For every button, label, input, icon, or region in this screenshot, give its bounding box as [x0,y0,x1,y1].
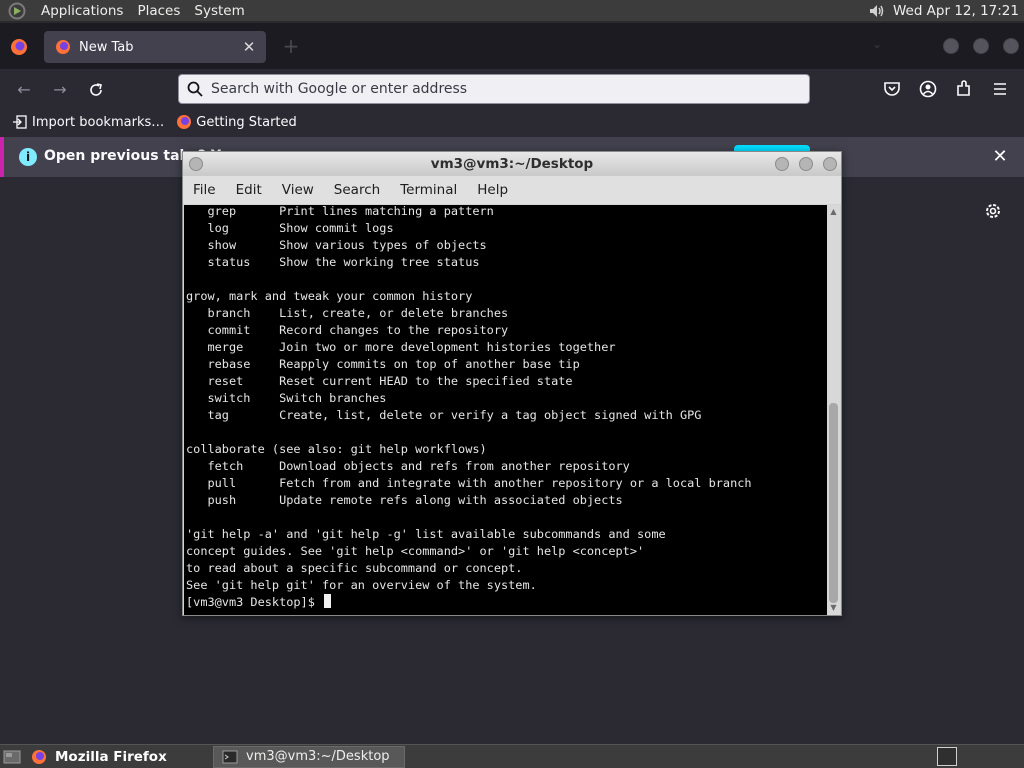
tab-close-icon[interactable]: ✕ [240,38,258,56]
forward-arrow-icon[interactable]: → [49,79,71,101]
terminal-line: grow, mark and tweak your common history [186,289,473,303]
terminal-line: tag Create, list, delete or verify a tag… [186,408,702,422]
bookmark-label: Getting Started [196,114,297,130]
terminal-prompt-line[interactable]: [vm3@vm3 Desktop]$ [186,594,332,611]
firefox-icon [32,749,46,764]
terminal-line: grep Print lines matching a pattern [186,205,494,218]
terminal-line: to read about a specific subcommand or c… [186,561,523,575]
terminal-line: reset Reset current HEAD to the specifie… [186,374,573,388]
terminal-line: commit Record changes to the repository [186,323,509,337]
bookmark-getting-started[interactable]: Getting Started [176,114,297,130]
menu-places[interactable]: Places [130,0,187,22]
terminal-line: log Show commit logs [186,221,394,235]
terminal-menu-edit[interactable]: Edit [226,182,272,198]
terminal-close-button[interactable] [823,157,837,171]
terminal-line: See 'git help git' for an overview of th… [186,578,537,592]
terminal-line: pull Fetch from and integrate with anoth… [186,476,752,490]
terminal-cursor [324,594,332,608]
info-icon: i [19,148,37,166]
terminal-window[interactable]: vm3@vm3:~/Desktop File Edit View Search … [182,151,842,616]
taskbar-terminal[interactable]: vm3@vm3:~/Desktop [213,745,405,768]
import-icon [13,115,27,129]
terminal-output[interactable]: grep Print lines matching a pattern log … [184,205,827,615]
address-bar-placeholder: Search with Google or enter address [211,81,468,97]
terminal-line: switch Switch branches [186,391,387,405]
terminal-titlebar[interactable]: vm3@vm3:~/Desktop [183,152,841,176]
scroll-down-arrow-icon[interactable]: ▼ [828,603,839,613]
terminal-maximize-button[interactable] [799,157,813,171]
bookmark-import[interactable]: Import bookmarks… [12,114,164,130]
scroll-up-arrow-icon[interactable]: ▲ [828,207,839,217]
extensions-icon[interactable] [953,78,975,100]
show-desktop-icon[interactable] [1,747,23,767]
window-minimize-button[interactable] [943,38,959,54]
bookmarks-toolbar: Import bookmarks… Getting Started [0,109,1024,135]
terminal-minimize-button[interactable] [775,157,789,171]
terminal-menu-file[interactable]: File [183,182,226,198]
list-tabs-chevron-icon[interactable]: ⌄ [868,37,886,55]
notification-close-icon[interactable]: ✕ [989,146,1011,168]
terminal-line: collaborate (see also: git help workflow… [186,442,487,456]
menu-applications[interactable]: Applications [34,0,130,22]
window-close-button[interactable] [1003,38,1019,54]
hamburger-menu-icon[interactable] [989,78,1011,100]
terminal-icon [222,750,238,763]
tab-title: New Tab [79,39,134,55]
menu-system[interactable]: System [187,0,251,22]
window-menu-button[interactable] [189,157,203,171]
tab-new-tab[interactable]: New Tab ✕ [44,31,266,63]
taskbar-firefox[interactable]: Mozilla Firefox [23,746,213,768]
terminal-line: concept guides. See 'git help <command>'… [186,544,645,558]
terminal-menu-terminal[interactable]: Terminal [390,182,467,198]
firefox-icon [56,40,70,54]
terminal-line: branch List, create, or delete branches [186,306,509,320]
terminal-line: push Update remote refs along with assoc… [186,493,623,507]
distro-logo-icon[interactable] [6,1,28,21]
terminal-line: rebase Reapply commits on top of another… [186,357,580,371]
search-icon [187,81,203,97]
account-icon[interactable] [917,78,939,100]
terminal-menu-view[interactable]: View [272,182,324,198]
workspace-switcher[interactable] [937,747,957,766]
terminal-line: status Show the working tree status [186,255,480,269]
panel-clock[interactable]: Wed Apr 12, 17:21 [893,3,1024,19]
terminal-line: merge Join two or more development histo… [186,340,616,354]
bookmark-label: Import bookmarks… [32,114,165,130]
firefox-icon [177,115,192,129]
terminal-line: 'git help -a' and 'git help -g' list ava… [186,527,666,541]
address-bar[interactable]: Search with Google or enter address [178,74,810,104]
volume-icon[interactable] [865,1,887,21]
terminal-line: fetch Download objects and refs from ano… [186,459,630,473]
taskbar-label: Mozilla Firefox [55,748,167,765]
terminal-prompt: [vm3@vm3 Desktop]$ [186,595,323,609]
terminal-scrollbar[interactable]: ▲ ▼ [827,205,840,615]
pocket-icon[interactable] [881,78,903,100]
gear-icon[interactable] [983,201,1003,221]
firefox-view-icon[interactable] [10,38,28,56]
window-maximize-button[interactable] [973,38,989,54]
new-tab-button[interactable]: + [280,35,302,57]
top-panel: Applications Places System Wed Apr 12, 1… [0,0,1024,22]
terminal-menubar: File Edit View Search Terminal Help [183,176,841,204]
reload-icon[interactable] [85,79,107,101]
terminal-menu-search[interactable]: Search [324,182,390,198]
browser-tabstrip: New Tab ✕ + ⌄ [0,23,1024,69]
terminal-title: vm3@vm3:~/Desktop [430,156,594,172]
browser-navbar: ← → Search with Google or enter address [0,69,1024,109]
terminal-menu-help[interactable]: Help [467,182,518,198]
taskbar-label: vm3@vm3:~/Desktop [246,749,390,764]
back-arrow-icon[interactable]: ← [13,79,35,101]
scrollbar-thumb[interactable] [829,403,838,603]
bottom-panel: Mozilla Firefox vm3@vm3:~/Desktop [0,744,1024,768]
terminal-line: show Show various types of objects [186,238,487,252]
